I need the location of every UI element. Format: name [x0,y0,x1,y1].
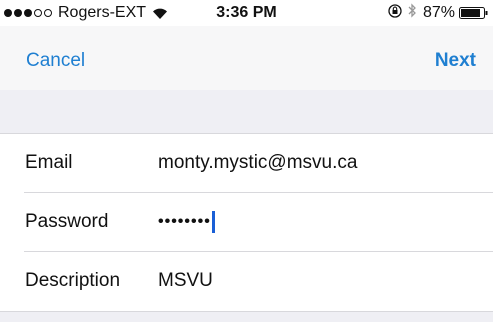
screen: Rogers-EXT 3:36 PM 87% Cancel Next Email… [0,0,493,322]
battery-percent: 87% [422,4,455,21]
navigation-bar: Cancel Next [0,26,493,90]
email-label: Email [25,152,73,173]
next-button[interactable]: Next [435,50,476,72]
battery-icon [459,6,489,20]
account-form: Email monty.mystic@msvu.ca Password ••••… [0,134,493,311]
description-row[interactable]: Description MSVU [0,252,493,311]
description-field[interactable]: MSVU [158,270,213,292]
cancel-button[interactable]: Cancel [26,50,85,72]
email-row[interactable]: Email monty.mystic@msvu.ca [0,134,493,193]
bottom-spacer [0,311,493,322]
status-right: 87% [388,3,489,23]
password-label: Password [25,211,109,232]
status-bar: Rogers-EXT 3:36 PM 87% [0,0,493,26]
password-row[interactable]: Password •••••••• [0,193,493,252]
rotation-lock-icon [388,3,402,23]
description-label: Description [25,270,121,291]
email-field[interactable]: monty.mystic@msvu.ca [158,152,357,174]
password-field[interactable]: •••••••• [158,211,215,233]
text-caret [211,211,215,233]
password-value: •••••••• [158,213,211,230]
bluetooth-icon [408,3,417,23]
section-spacer [0,90,493,134]
